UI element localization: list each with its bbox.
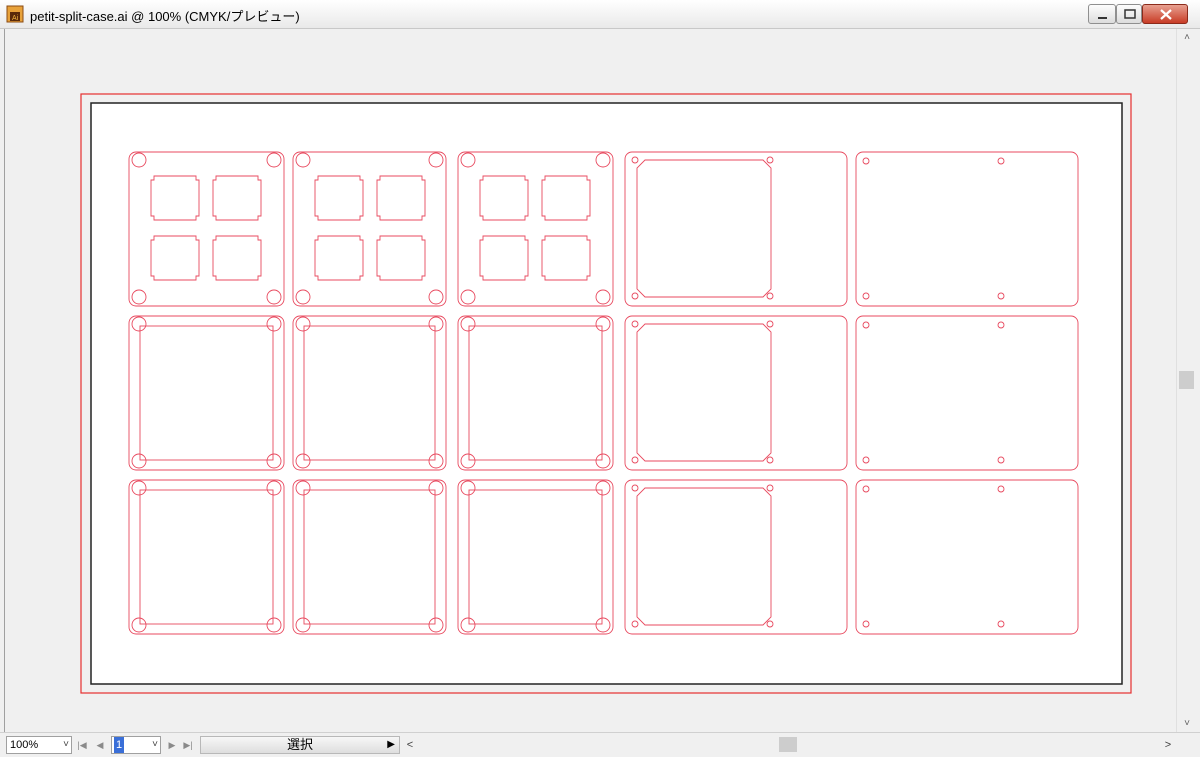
zoom-select[interactable]: 100% ˅	[6, 736, 72, 754]
artboard-drawing	[80, 93, 1132, 694]
horizontal-scrollbar[interactable]: < >	[402, 735, 1178, 755]
scroll-up-icon[interactable]: ˄	[1177, 29, 1197, 46]
previous-page-icon[interactable]: ◀	[94, 737, 106, 753]
vertical-scroll-thumb[interactable]	[1179, 371, 1194, 389]
chevron-down-icon: ˅	[152, 739, 158, 750]
horizontal-scroll-thumb[interactable]	[779, 737, 797, 752]
artboard	[90, 102, 1123, 685]
play-arrow-icon: ▶	[387, 739, 395, 750]
current-tool-status[interactable]: 選択 ▶	[200, 736, 400, 754]
page-number-value: 1	[114, 737, 125, 753]
last-page-icon[interactable]: ▶|	[182, 737, 194, 753]
page-number-field[interactable]: 1 ˅	[111, 736, 161, 754]
scroll-left-icon[interactable]: <	[402, 735, 418, 755]
vertical-scrollbar[interactable]: ˄ ˅	[1176, 29, 1197, 732]
status-bar: 100% ˅ |◀ ◀ 1 ˅ ▶ ▶| 選択 ▶ < >	[0, 732, 1200, 757]
scroll-right-icon[interactable]: >	[1160, 735, 1176, 755]
current-tool-label: 選択	[286, 737, 313, 752]
scroll-down-icon[interactable]: ˅	[1177, 715, 1197, 732]
zoom-value: 100%	[10, 739, 39, 751]
first-page-icon[interactable]: |◀	[76, 737, 88, 753]
next-page-icon[interactable]: ▶	[166, 737, 178, 753]
chevron-down-icon: ˅	[63, 739, 69, 750]
